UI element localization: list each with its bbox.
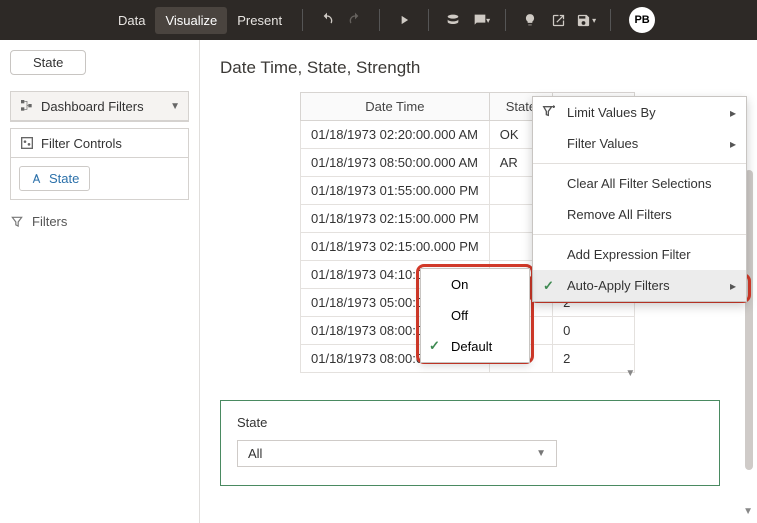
mode-tab-present[interactable]: Present [227,7,292,34]
page-title: Date Time, State, Strength [220,58,747,78]
menu-limit-values-by[interactable]: Limit Values By▸ [533,97,746,128]
scroll-down-icon[interactable]: ▼ [743,506,753,517]
top-toolbar: Data Visualize Present ▾ ▾ PB [0,0,757,40]
user-avatar[interactable]: PB [629,7,655,33]
text-a-icon [30,172,43,185]
filters-label: Filters [32,214,67,229]
sidebar: State Dashboard Filters ▼ Filter Control… [0,40,200,523]
bulb-icon[interactable] [516,6,544,34]
col-datetime[interactable]: Date Time [301,93,490,121]
state-chip[interactable]: State [10,50,86,75]
mode-tab-group: Data Visualize Present [108,7,292,34]
play-icon[interactable] [390,6,418,34]
filter-context-menu: Limit Values By▸ Filter Values▸ Clear Al… [532,96,747,302]
dashboard-filters-label: Dashboard Filters [41,99,170,114]
check-icon: ✓ [543,278,559,294]
undo-icon[interactable] [313,6,341,34]
check-icon: ✓ [429,338,440,354]
comment-icon[interactable]: ▾ [467,6,495,34]
chevron-down-icon: ▼ [170,101,180,112]
hierarchy-icon [19,98,35,114]
dashboard-filters-panel: Dashboard Filters ▼ [10,91,189,122]
controls-icon [19,135,35,151]
submenu-on[interactable]: On [421,269,529,300]
mode-tab-data[interactable]: Data [108,7,155,34]
chevron-down-icon: ▼ [536,448,546,459]
table-scroll-down-icon[interactable]: ▼ [625,368,635,379]
menu-add-expression-filter[interactable]: Add Expression Filter [533,239,746,270]
submenu-off[interactable]: Off [421,300,529,331]
state-filter-panel: State All ▼ [220,400,720,486]
menu-clear-selections[interactable]: Clear All Filter Selections [533,168,746,199]
filter-controls-header[interactable]: Filter Controls [11,129,188,158]
filter-controls-label: Filter Controls [41,136,180,151]
state-filter-dropdown[interactable]: All ▼ [237,440,557,467]
menu-auto-apply-filters[interactable]: ✓ Auto-Apply Filters▸ [533,270,746,301]
state-filter-chip-label: State [49,171,79,186]
export-icon[interactable] [544,6,572,34]
save-icon[interactable]: ▾ [572,6,600,34]
data-cube-icon[interactable] [439,6,467,34]
submenu-default[interactable]: ✓ Default [421,331,529,362]
state-filter-value: All [248,446,262,461]
dashboard-filters-header[interactable]: Dashboard Filters ▼ [11,92,188,121]
funnel-plus-icon [541,104,557,120]
state-filter-chip[interactable]: State [19,166,90,191]
filter-controls-panel: Filter Controls State [10,128,189,200]
menu-filter-values[interactable]: Filter Values▸ [533,128,746,159]
funnel-icon [10,215,24,229]
state-filter-label: State [237,415,703,430]
filters-link[interactable]: Filters [10,214,189,229]
mode-tab-visualize[interactable]: Visualize [155,7,227,34]
redo-icon [341,6,369,34]
menu-remove-all-filters[interactable]: Remove All Filters [533,199,746,230]
auto-apply-submenu: On Off ✓ Default [420,268,530,363]
